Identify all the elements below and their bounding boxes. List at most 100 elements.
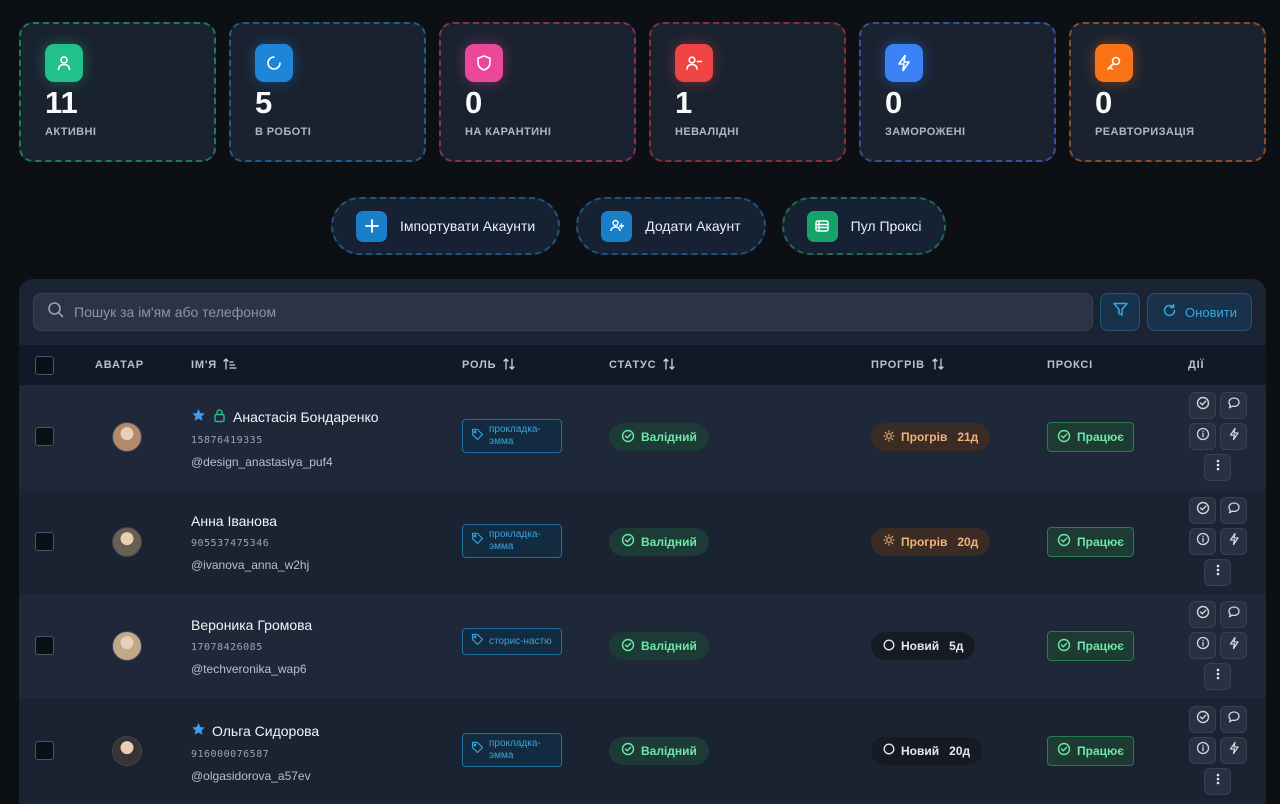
import-accounts-button[interactable]: Імпортувати Акаунти [331, 197, 561, 255]
messages-button[interactable] [1220, 496, 1247, 524]
role-label: прокладка-эмма [489, 528, 541, 552]
shield-icon [465, 44, 503, 82]
user-plus-icon [601, 210, 633, 242]
stat-label: РЕАВТОРИЗАЦІЯ [1095, 126, 1195, 138]
more-button[interactable] [1204, 767, 1231, 795]
role-badge[interactable]: сторис-настю [462, 628, 562, 655]
check-circle-icon [1057, 742, 1071, 759]
key-icon [1095, 44, 1133, 82]
account-name-text: Вероника Громова [191, 617, 313, 633]
warmup-badge: Новий 5д [871, 632, 976, 660]
tag-icon [471, 532, 484, 549]
check-circle-icon [1196, 501, 1210, 520]
filter-icon [1112, 301, 1129, 323]
avatar [112, 735, 142, 766]
role-badge[interactable]: прокладка-эмма [462, 419, 562, 453]
action-buttons: Імпортувати Акаунти Додати Акаунт Пул Пр… [331, 197, 947, 255]
header-name[interactable]: ІМ'Я [191, 345, 237, 385]
row-checkbox[interactable] [35, 636, 54, 655]
table-row[interactable]: Вероника Громова 17078426085 @techveronika… [19, 594, 1266, 698]
messages-button[interactable] [1220, 705, 1247, 733]
filter-button[interactable] [1100, 293, 1140, 331]
account-handle: @techveronika_wap6 [191, 662, 307, 676]
add-account-button[interactable]: Додати Акаунт [576, 197, 766, 255]
warmup-button[interactable] [1220, 527, 1247, 555]
search-row: Оновити [33, 293, 1252, 331]
role-badge[interactable]: прокладка-эмма [462, 523, 562, 558]
search-input[interactable] [74, 304, 974, 320]
tag-icon [471, 741, 484, 758]
tag-icon [471, 428, 484, 445]
warmup-button[interactable] [1220, 423, 1247, 450]
account-phone: 916000076587 [191, 748, 270, 760]
user-icon [45, 44, 83, 82]
info-button[interactable] [1189, 632, 1216, 659]
row-checkbox[interactable] [35, 531, 54, 551]
status-label: Валідний [641, 534, 697, 549]
warmup-label: Новий [901, 639, 940, 653]
check-circle-icon [1196, 605, 1210, 624]
stat-label: АКТИВНІ [45, 126, 97, 138]
stat-value: 11 [45, 85, 78, 120]
circle-icon [883, 639, 895, 654]
sort-icon [931, 357, 945, 374]
select-all-checkbox[interactable] [35, 355, 54, 375]
verify-button[interactable] [1189, 392, 1216, 419]
role-label: прокладка-эмма [489, 424, 541, 447]
bolt-icon [1227, 636, 1241, 655]
warmup-days: 20д [957, 534, 979, 549]
more-vertical-icon [1211, 772, 1225, 791]
header-actions: ДІЇ [1188, 359, 1205, 371]
info-icon [1196, 427, 1210, 446]
warmup-button[interactable] [1220, 632, 1247, 659]
warmup-days: 21д [957, 430, 979, 444]
info-button[interactable] [1189, 423, 1216, 450]
star-icon[interactable] [191, 408, 206, 426]
star-icon[interactable] [191, 722, 206, 740]
info-button[interactable] [1189, 736, 1216, 764]
chat-icon [1227, 501, 1241, 520]
plus-icon [356, 210, 387, 242]
warmup-badge: Прогрів 20д [871, 527, 991, 556]
more-button[interactable] [1204, 558, 1231, 586]
row-checkbox[interactable] [35, 740, 54, 760]
sun-icon [883, 534, 895, 549]
sort-asc-icon [223, 357, 237, 374]
header-proxy: ПРОКСІ [1047, 359, 1094, 371]
status-badge: Валідний [609, 527, 709, 556]
messages-button[interactable] [1220, 601, 1247, 628]
account-name: Вероника Громова [191, 617, 312, 633]
status-label: Валідний [641, 743, 697, 758]
refresh-icon [1162, 303, 1177, 321]
avatar [112, 631, 142, 661]
proxy-badge: Працює [1047, 526, 1134, 557]
verify-button[interactable] [1189, 601, 1216, 628]
stat-card: 11 АКТИВНІ [19, 22, 216, 162]
refresh-button[interactable]: Оновити [1147, 293, 1252, 331]
circle-icon [883, 743, 895, 758]
more-button[interactable] [1204, 663, 1231, 690]
role-badge[interactable]: прокладка-эмма [462, 732, 562, 767]
proxy-pool-button[interactable]: Пул Проксі [781, 197, 947, 255]
warmup-days: 5д [949, 639, 964, 653]
row-checkbox[interactable] [35, 427, 54, 446]
header-warmup[interactable]: ПРОГРІВ [871, 345, 945, 385]
proxy-badge: Працює [1047, 735, 1134, 766]
verify-button[interactable] [1189, 496, 1216, 524]
warmup-days: 20д [949, 743, 971, 758]
more-button[interactable] [1204, 454, 1231, 481]
account-handle: @design_anastasiya_puf4 [191, 455, 333, 469]
header-status[interactable]: СТАТУС [609, 345, 676, 385]
table-row[interactable]: Ольга Сидорова 916000076587 @olgasidorova_… [19, 698, 1266, 803]
messages-button[interactable] [1220, 392, 1247, 419]
stat-label: ЗАМОРОЖЕНІ [885, 126, 966, 138]
stat-card: 5 В РОБОТІ [229, 22, 426, 162]
verify-button[interactable] [1189, 705, 1216, 733]
account-name: Ольга Сидорова [191, 722, 319, 740]
table-row[interactable]: Анастасія Бондаренко 15876419335 @design_a… [19, 385, 1266, 489]
info-button[interactable] [1189, 527, 1216, 555]
header-role[interactable]: РОЛЬ [462, 345, 516, 385]
table-row[interactable]: Анна Іванова 905537475346 @ivanova_anna_w2… [19, 489, 1266, 594]
warmup-button[interactable] [1220, 736, 1247, 764]
check-circle-icon [1196, 396, 1210, 415]
